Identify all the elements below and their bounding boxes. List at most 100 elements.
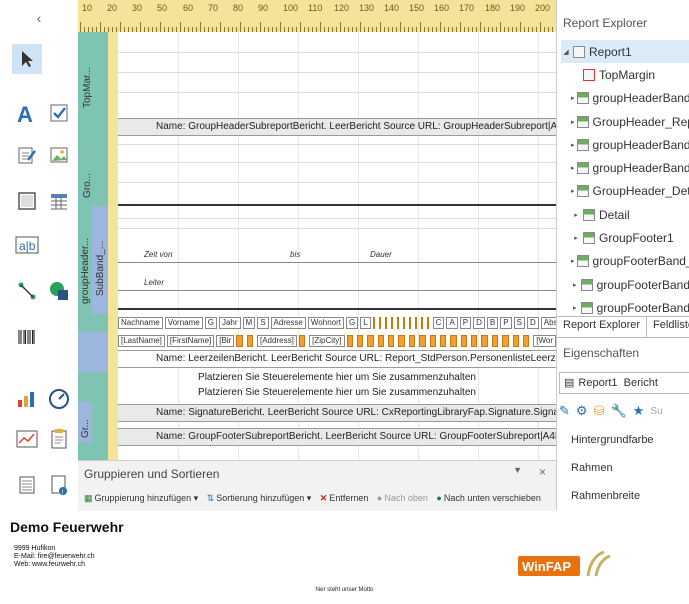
band-header-footer[interactable]: [92, 402, 108, 443]
expand-arrow-icon[interactable]: ▸: [571, 257, 575, 265]
header-cell[interactable]: S: [257, 317, 269, 329]
leerzeilen-subreport[interactable]: Name: LeerzeilenBericht. LeerBericht Sou…: [118, 350, 556, 368]
brush-icon[interactable]: ✎: [559, 403, 570, 419]
gear-icon[interactable]: ⚙: [576, 403, 588, 419]
header-cell[interactable]: Wohnort: [307, 317, 344, 329]
dauer-label[interactable]: Dauer: [370, 250, 392, 259]
zeit-von-label[interactable]: Zeit von: [144, 250, 172, 259]
property-hintergrundfarbe[interactable]: Hintergrundfarbe: [571, 434, 654, 446]
header-cell[interactable]: Vorname: [164, 317, 203, 329]
tree-item[interactable]: ▸ GroupHeader_Repo: [561, 110, 689, 133]
signature-subreport[interactable]: Name: SignatureBericht. LeerBericht Sour…: [118, 404, 556, 422]
header-cell[interactable]: S: [513, 317, 525, 329]
header-cell[interactable]: L: [360, 317, 371, 329]
expand-arrow-icon[interactable]: ▸: [571, 187, 575, 195]
database-icon[interactable]: ⛁: [594, 403, 605, 419]
expand-arrow-icon[interactable]: ▸: [571, 164, 575, 172]
header-cell[interactable]: M: [242, 317, 256, 329]
barcode-tool-icon[interactable]: [12, 322, 42, 352]
tree-item[interactable]: ▸ GroupFooter1: [561, 226, 689, 249]
header-cell[interactable]: C: [432, 317, 445, 329]
star-icon[interactable]: ★: [633, 403, 645, 419]
tab-feldliste[interactable]: Feldliste: [647, 317, 689, 337]
tab-report-explorer[interactable]: Report Explorer: [557, 317, 648, 337]
wrench-icon[interactable]: 🔧: [610, 403, 626, 419]
remove-button[interactable]: ✕ Entfernen: [320, 493, 369, 503]
property-search-input[interactable]: Su: [650, 406, 662, 417]
header-cell[interactable]: D: [473, 317, 485, 329]
pagebreak-tool-icon[interactable]: [12, 470, 42, 500]
tree-item[interactable]: ▸ groupFooterBand: [561, 273, 689, 296]
shape-tool-icon[interactable]: [44, 276, 74, 306]
band-header-subband[interactable]: SubBand_...: [92, 206, 108, 315]
header-cell[interactable]: Nachname: [118, 317, 163, 329]
add-sort-button[interactable]: ⇅ Sortierung hinzufügen ▾: [207, 493, 312, 503]
band-header-detail-header[interactable]: [78, 314, 108, 333]
expand-arrow-icon[interactable]: ◢: [561, 48, 571, 56]
tree-item[interactable]: ▸ groupFooterBand_: [561, 250, 689, 273]
move-down-button[interactable]: ● Nach unten verschieben: [436, 493, 541, 503]
panel-tool-icon[interactable]: [12, 186, 42, 216]
header-cell[interactable]: D: [526, 317, 539, 329]
tree-item[interactable]: ▸ Detail: [561, 203, 689, 226]
gauge-tool-icon[interactable]: [44, 384, 74, 414]
tree-item[interactable]: ◢ Report1: [561, 40, 689, 64]
tree-item[interactable]: TopMargin: [561, 63, 689, 86]
richtext-tool-icon[interactable]: [12, 140, 42, 170]
tree-item[interactable]: ▸ groupHeaderBand_: [561, 133, 689, 156]
band-header-detail[interactable]: [78, 332, 108, 353]
data-cell[interactable]: [LastName]: [118, 335, 165, 347]
label-tool-icon[interactable]: A: [12, 98, 42, 128]
pointer-tool-icon[interactable]: [12, 44, 42, 74]
expand-arrow-icon[interactable]: ▸: [571, 94, 575, 102]
property-rahmen[interactable]: Rahmen: [571, 462, 613, 474]
panel-options-icon[interactable]: ▼: [513, 465, 522, 475]
data-cell[interactable]: [Address]: [257, 335, 297, 347]
expand-arrow-icon[interactable]: ▸: [571, 234, 581, 242]
band-header-groupheader[interactable]: groupHeader...: [78, 206, 92, 315]
data-cell[interactable]: [Wor: [533, 335, 556, 347]
collapse-toolbox-button[interactable]: ‹: [0, 0, 78, 35]
header-cell[interactable]: Adresse: [270, 317, 306, 329]
add-group-button[interactable]: ▦ Gruppierung hinzufügen ▾: [84, 493, 198, 503]
sparkline-tool-icon[interactable]: [12, 424, 42, 454]
header-cell[interactable]: P: [459, 317, 472, 329]
band-header-gr[interactable]: Gr...: [78, 402, 92, 443]
table-tool-icon[interactable]: [44, 186, 74, 216]
group-footer-subreport[interactable]: Name: GroupFooterSubreportBericht. LeerB…: [118, 428, 556, 446]
band-header-leerzeilen[interactable]: [78, 352, 108, 373]
subreport-tool-icon[interactable]: [44, 424, 74, 454]
close-icon[interactable]: ×: [539, 465, 546, 479]
bis-label[interactable]: bis: [290, 250, 300, 259]
tree-item[interactable]: ▸ groupHeaderBand_: [561, 87, 689, 110]
leiter-label[interactable]: Leiter: [144, 278, 164, 287]
band-header-group-header[interactable]: [78, 112, 108, 139]
chart-tool-icon[interactable]: [12, 384, 42, 414]
expand-arrow-icon[interactable]: ▸: [571, 141, 575, 149]
expand-arrow-icon[interactable]: ▸: [571, 211, 581, 219]
property-rahmenbreite[interactable]: Rahmenbreite: [571, 490, 640, 502]
expand-arrow-icon[interactable]: ▸: [571, 281, 579, 289]
expand-arrow-icon[interactable]: ▸: [571, 304, 579, 312]
object-selector[interactable]: ▤ Report1 Bericht: [559, 372, 689, 394]
header-cell[interactable]: A: [446, 317, 458, 329]
move-up-button[interactable]: ● Nach oben: [377, 493, 428, 503]
band-header-topmargin[interactable]: TopMar...: [78, 32, 108, 113]
band-header-gro[interactable]: Gro...: [78, 138, 108, 207]
tree-item[interactable]: ▸ GroupHeader_Deta: [561, 180, 689, 203]
line-tool-icon[interactable]: [12, 276, 42, 306]
expand-arrow-icon[interactable]: ▸: [571, 118, 575, 126]
data-cell[interactable]: [FirstName]: [166, 335, 215, 347]
picture-tool-icon[interactable]: [44, 140, 74, 170]
header-cell[interactable]: B: [486, 317, 499, 329]
pageinfo-tool-icon[interactable]: i: [44, 470, 74, 500]
header-cell[interactable]: Abse: [540, 317, 556, 329]
data-cell[interactable]: [ZipCity]: [309, 335, 345, 347]
band-header-bottom[interactable]: [78, 442, 108, 460]
data-cell[interactable]: [Bir: [216, 335, 235, 347]
report-canvas[interactable]: Name: GroupHeaderSubreportBericht. LeerB…: [118, 32, 556, 460]
checkbox-tool-icon[interactable]: [44, 98, 74, 128]
tree-item[interactable]: ▸ groupHeaderBand_: [561, 156, 689, 179]
header-cell[interactable]: P: [500, 317, 512, 329]
header-cell[interactable]: Jahr: [218, 317, 241, 329]
